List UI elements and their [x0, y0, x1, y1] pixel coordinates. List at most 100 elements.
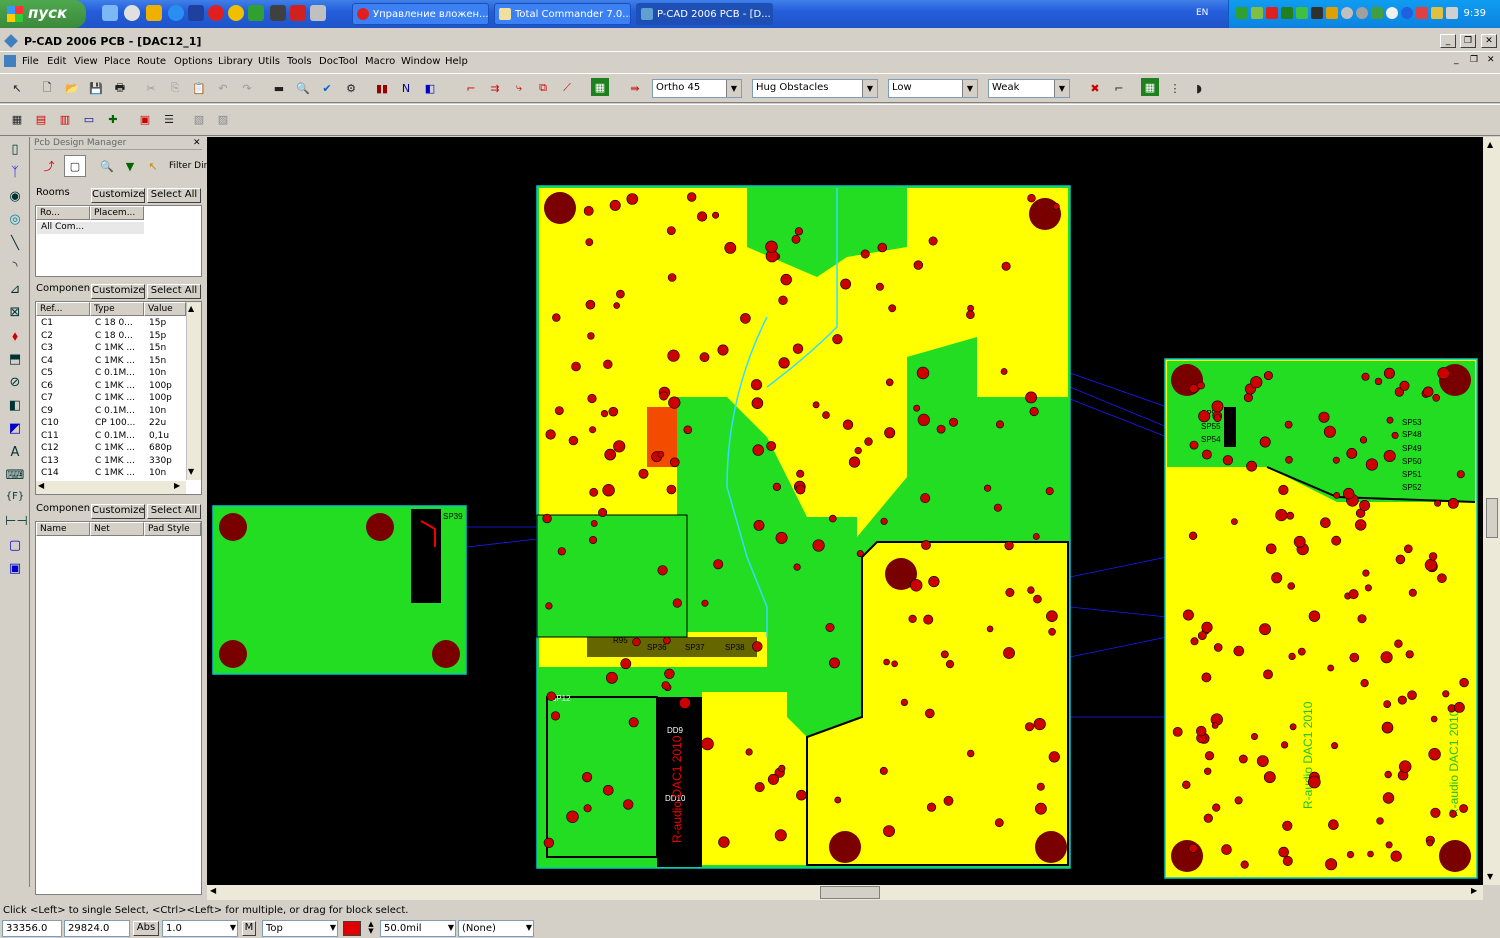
place-room-icon[interactable]: ▢: [5, 538, 25, 558]
component-cell-value[interactable]: 10n: [149, 368, 166, 378]
tray-icon[interactable]: [1416, 7, 1428, 19]
pads-select-all-button[interactable]: Select All: [147, 504, 201, 519]
quicklaunch-icon-3[interactable]: [146, 5, 162, 21]
quicklaunch-icon-10[interactable]: [290, 5, 306, 21]
spin-arrows-icon[interactable]: ▲ ▼: [365, 921, 377, 936]
route-line-icon[interactable]: ⌐: [462, 79, 480, 97]
bluetooth-icon[interactable]: [1401, 7, 1413, 19]
minimize-button[interactable]: _: [1440, 34, 1456, 48]
components-select-all-button[interactable]: Select All: [147, 284, 201, 299]
place-copper-icon[interactable]: ⊠: [5, 305, 25, 325]
menu-help[interactable]: Help: [445, 56, 468, 67]
component-cell-ref[interactable]: C13: [41, 456, 59, 466]
component-cell-type[interactable]: C 1MK ...: [95, 393, 135, 403]
panel-close-icon[interactable]: ✕: [193, 138, 201, 148]
filter-label[interactable]: Filter Dir: [169, 161, 207, 171]
quicklaunch-icon-8[interactable]: [248, 5, 264, 21]
quicklaunch-icon-9[interactable]: [270, 5, 286, 21]
component-icon[interactable]: ▣: [136, 110, 154, 128]
push-route-icon[interactable]: ⇛: [626, 79, 644, 97]
component-cell-type[interactable]: C 1MK ...: [95, 356, 135, 366]
component-cell-type[interactable]: C 18 0...: [95, 331, 133, 341]
pad-style-icon[interactable]: ▭: [80, 110, 98, 128]
menu-window[interactable]: Window: [401, 56, 440, 67]
component-cell-value[interactable]: 15p: [149, 331, 166, 341]
component-cell-value[interactable]: 15p: [149, 318, 166, 328]
layer-color-swatch[interactable]: [343, 921, 361, 936]
ortho-select[interactable]: Ortho 45 ▼: [652, 79, 742, 98]
rooms-select-all-button[interactable]: Select All: [147, 188, 201, 203]
place-fill-icon[interactable]: ⬧: [5, 329, 25, 349]
menu-route[interactable]: Route: [137, 56, 166, 67]
component-cell-ref[interactable]: C5: [41, 368, 53, 378]
component-cell-value[interactable]: 10n: [149, 468, 166, 478]
width-select[interactable]: 50.0mil ▼: [380, 920, 456, 937]
menu-tools[interactable]: Tools: [287, 56, 312, 67]
pads-list[interactable]: [35, 521, 202, 895]
layers-setup-icon[interactable]: ▤: [32, 110, 50, 128]
zoom-to-icon[interactable]: 🔍: [98, 157, 116, 175]
scroll-up-icon[interactable]: ▲: [188, 304, 194, 313]
tray-icon[interactable]: [1296, 7, 1308, 19]
menu-doctool[interactable]: DocTool: [319, 56, 358, 67]
start-button[interactable]: пуск: [0, 0, 86, 28]
rooms-customize-button[interactable]: Customize: [91, 188, 145, 203]
layers-icon[interactable]: ▮▮: [373, 79, 391, 97]
place-plane-icon[interactable]: ⬒: [5, 352, 25, 372]
component-cell-type[interactable]: C 1MK ...: [95, 456, 135, 466]
board-center[interactable]: SP36 SP37 SP38 R95 SP12 DD9 DD10 R-audio…: [536, 185, 1071, 869]
place-arc-icon[interactable]: ◝: [5, 259, 25, 279]
x-coordinate[interactable]: 33356.0: [2, 920, 62, 937]
tray-icon[interactable]: [1251, 7, 1263, 19]
place-line-icon[interactable]: ╲: [5, 236, 25, 256]
export-icon[interactable]: ▨: [214, 110, 232, 128]
pads-header-net[interactable]: Net: [90, 522, 144, 536]
pads-header-pad-style[interactable]: Pad Style: [144, 522, 201, 536]
pcb-drawing[interactable]: SP39 SP36 SP37 SP38 R95 SP12 DD9 DD10 R-…: [207, 137, 1483, 885]
menu-options[interactable]: Options: [174, 56, 213, 67]
task-opera[interactable]: Управление вложен...: [352, 3, 489, 25]
route-bus-icon[interactable]: ⤷: [510, 79, 528, 97]
component-cell-type[interactable]: C 0.1M...: [95, 406, 135, 416]
select-icon[interactable]: ↖: [144, 157, 162, 175]
component-cell-ref[interactable]: C14: [41, 468, 59, 478]
board-icon[interactable]: ▦: [591, 78, 609, 96]
menu-edit[interactable]: Edit: [47, 56, 66, 67]
quicklaunch-icon-1[interactable]: [102, 5, 118, 21]
board-left[interactable]: SP39: [212, 505, 467, 675]
component-cell-type[interactable]: C 1MK ...: [95, 381, 135, 391]
menu-utils[interactable]: Utils: [258, 56, 280, 67]
nets-tab-icon[interactable]: ⤴: [40, 157, 58, 175]
components-vscroll[interactable]: [186, 302, 201, 480]
scroll-right-icon[interactable]: ▶: [174, 481, 180, 490]
component-cell-ref[interactable]: C6: [41, 381, 53, 391]
redo-icon[interactable]: ↷: [238, 79, 256, 97]
task-total-commander[interactable]: Total Commander 7.0...: [494, 3, 631, 25]
components-tab-icon[interactable]: ▢: [64, 155, 86, 177]
tray-icon[interactable]: [1326, 7, 1338, 19]
component-cell-value[interactable]: 15n: [149, 343, 166, 353]
component-cell-ref[interactable]: C1: [41, 318, 53, 328]
place-dimension-icon[interactable]: ⊢⊣: [5, 514, 28, 534]
ie-icon[interactable]: [168, 5, 184, 21]
route-fanout-icon[interactable]: ⧉: [534, 79, 552, 97]
components-customize-button[interactable]: Customize: [91, 284, 145, 299]
component-cell-type[interactable]: C 0.1M...: [95, 431, 135, 441]
place-region-icon[interactable]: ▣: [5, 561, 25, 581]
menu-place[interactable]: Place: [104, 56, 131, 67]
opera-icon[interactable]: [208, 5, 224, 21]
doc-icon[interactable]: [4, 55, 16, 67]
undo-icon[interactable]: ↶: [214, 79, 232, 97]
scroll-down-icon[interactable]: ▼: [1487, 872, 1493, 881]
place-cutout-icon[interactable]: ◧: [5, 398, 25, 418]
component-cell-ref[interactable]: C10: [41, 418, 59, 428]
rooms-header-placement[interactable]: Placem...: [90, 206, 144, 220]
component-cell-value[interactable]: 15n: [149, 356, 166, 366]
hscroll-thumb[interactable]: [820, 886, 880, 899]
metric-toggle-button[interactable]: M: [242, 921, 256, 936]
component-cell-value[interactable]: 100p: [149, 381, 172, 391]
obstacles-select[interactable]: Hug Obstacles ▼: [752, 79, 878, 98]
grid-select[interactable]: 1.0 ▼: [162, 920, 238, 937]
speaker-icon[interactable]: [1446, 7, 1458, 19]
components-header-type[interactable]: Type: [90, 302, 144, 316]
